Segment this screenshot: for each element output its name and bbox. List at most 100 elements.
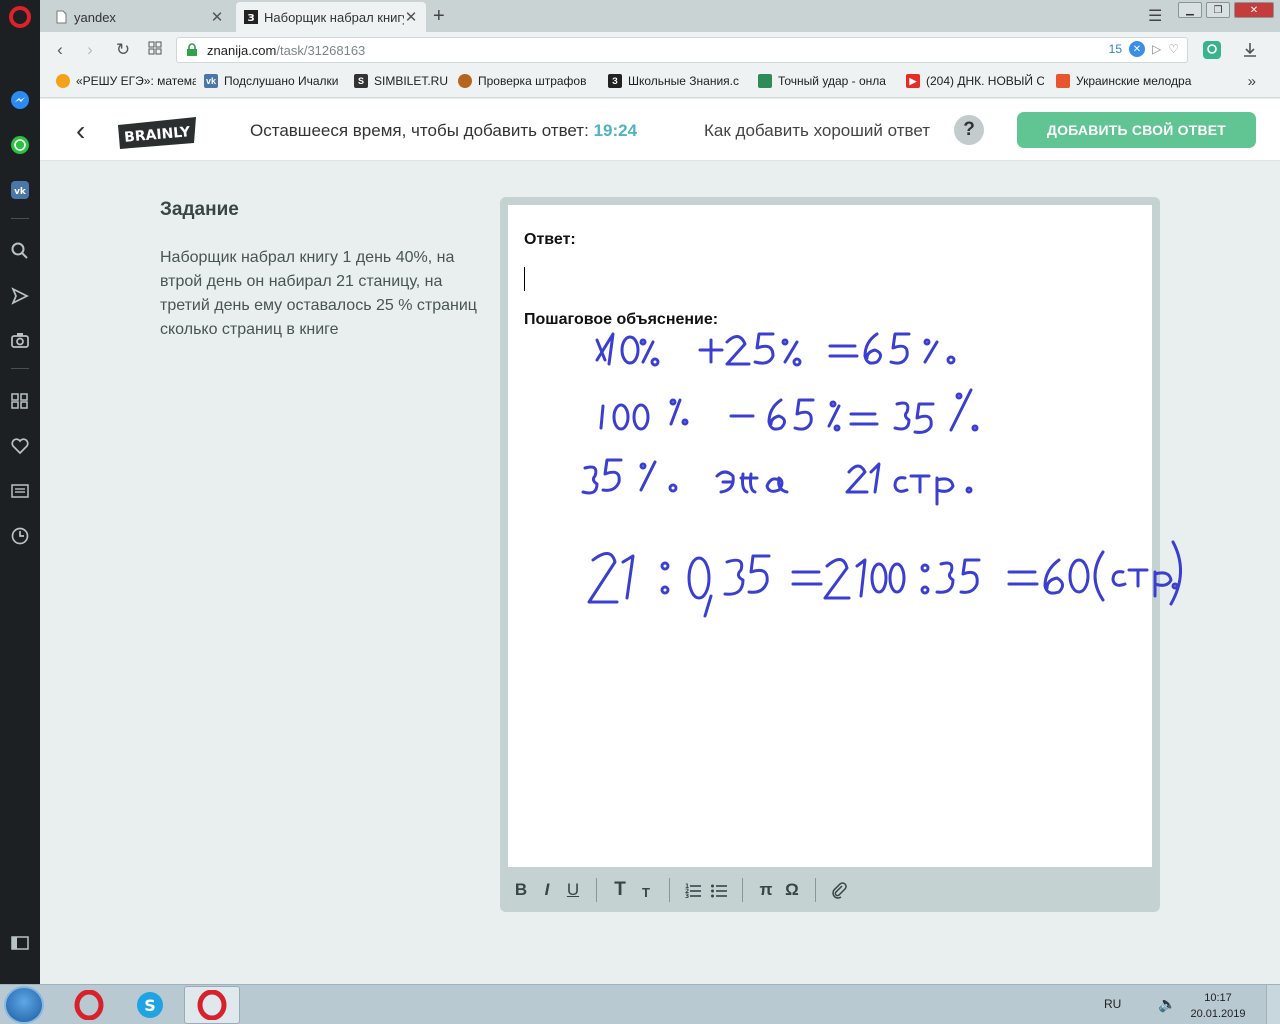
camera-icon[interactable] (10, 330, 30, 350)
bookmark-item[interactable]: «РЕШУ ЕГЭ»: матема (56, 74, 196, 88)
vk-icon[interactable]: vk (10, 180, 30, 200)
speed-dial-icon[interactable] (10, 391, 30, 411)
opera-icon (197, 990, 227, 1020)
extension-icon[interactable] (1202, 40, 1222, 60)
bookmark-label: SIMBILET.RU (374, 74, 449, 88)
history-clock-icon[interactable] (10, 526, 30, 546)
italic-button[interactable]: I (534, 877, 560, 903)
help-button[interactable]: ? (954, 115, 984, 145)
reload-icon[interactable]: ↻ (113, 40, 133, 60)
znanija-icon: З (608, 74, 622, 88)
language-indicator[interactable]: RU (1104, 997, 1121, 1011)
tabs-grid-icon[interactable] (145, 40, 165, 60)
minimize-button[interactable]: ▁ (1178, 2, 1202, 18)
clock-time: 10:17 (1204, 992, 1232, 1004)
tab-bar: yandex ✕ З Наборщик набрал книгу ✕ + ☰ ▁… (40, 0, 1280, 32)
handwriting-line-3 (581, 458, 973, 506)
pi-symbol-button[interactable]: π (753, 877, 779, 903)
text-caret (524, 267, 525, 291)
handwriting-line-1 (595, 332, 956, 367)
send-icon[interactable] (10, 286, 30, 306)
remaining-time: Оставшееся время, чтобы добавить ответ: … (250, 121, 637, 141)
close-icon[interactable]: ✕ (210, 8, 224, 26)
tab-task[interactable]: З Наборщик набрал книгу ✕ (236, 2, 426, 32)
sidebar-toggle-icon[interactable] (10, 933, 30, 953)
news-icon[interactable] (10, 481, 30, 501)
bookmark-item[interactable]: З Школьные Знания.c (608, 74, 746, 88)
taskbar-skype-app[interactable]: S (122, 986, 178, 1024)
forward-icon[interactable]: › (80, 40, 100, 60)
send-page-icon[interactable]: ▷ (1152, 42, 1161, 56)
bookmarks-bar: «РЕШУ ЕГЭ»: матема vk Подслушано Ичалки … (40, 68, 1280, 98)
bold-button[interactable]: B (508, 877, 534, 903)
add-answer-button[interactable]: ДОБАВИТЬ СВОЙ ОТВЕТ (1017, 112, 1256, 148)
tab-menu-icon[interactable]: ☰ (1148, 6, 1162, 26)
opera-icon (74, 990, 104, 1020)
time-label-text: Оставшееся время, чтобы добавить ответ: (250, 121, 589, 140)
show-desktop-button[interactable] (1266, 985, 1280, 1024)
znanija-favicon-icon: З (244, 10, 258, 24)
tab-yandex[interactable]: yandex ✕ (46, 2, 232, 32)
taskbar-opera-active-app[interactable] (184, 986, 240, 1024)
bookmark-item[interactable]: ▶ (204) ДНК. НОВЫЙ С (906, 74, 1044, 88)
opera-sidebar: vk (0, 0, 40, 984)
bookmark-heart-icon[interactable]: ♡ (1168, 42, 1179, 56)
new-tab-plus-icon[interactable]: + (433, 5, 445, 28)
bookmark-item[interactable]: vk Подслушано Ичалки (204, 74, 344, 88)
bookmark-item[interactable]: S SIMBILET.RU (354, 74, 454, 88)
bookmark-label: Подслушано Ичалки (224, 74, 339, 88)
ordered-list-icon[interactable]: 123 (680, 877, 706, 903)
start-button[interactable] (4, 986, 44, 1024)
omega-symbol-button[interactable]: Ω (779, 877, 805, 903)
bullet-list-icon[interactable] (706, 877, 732, 903)
tab-title: Наборщик набрал книгу (264, 9, 404, 25)
opera-logo-icon[interactable] (9, 6, 31, 28)
vpn-icon[interactable]: ✕ (1129, 41, 1145, 57)
skype-icon: S (137, 992, 163, 1018)
chart-icon (1056, 74, 1070, 88)
restore-button[interactable]: ❐ (1206, 2, 1230, 18)
download-icon[interactable] (1240, 40, 1260, 60)
bookmarks-more-icon[interactable]: » (1248, 73, 1256, 90)
messenger-icon[interactable] (10, 90, 30, 110)
heading-large-button[interactable]: T (607, 877, 633, 903)
heading-small-button[interactable]: T (633, 877, 659, 903)
howto-link[interactable]: Как добавить хороший ответ (704, 121, 930, 141)
lock-icon (187, 43, 197, 56)
whatsapp-icon[interactable] (10, 135, 30, 155)
sidebar-divider (11, 218, 29, 219)
answer-label: Ответ: (524, 231, 576, 248)
bookmark-item[interactable]: Проверка штрафов (458, 74, 594, 88)
window-close-button[interactable]: ✕ (1234, 2, 1274, 18)
brainly-logo[interactable]: BRAINLY (116, 115, 198, 149)
page-icon (56, 10, 67, 24)
editor-toolbar: B I U T T 123 π Ω (500, 867, 1160, 912)
heart-icon[interactable] (10, 436, 30, 456)
url-input[interactable]: znanija.com/task/31268163 15 ✕ ▷ ♡ (176, 37, 1188, 63)
bookmark-label: Украинские мелодра (1076, 74, 1192, 88)
youtube-icon: ▶ (906, 74, 920, 88)
svg-text:З: З (247, 13, 254, 24)
svg-text:vk: vk (14, 187, 27, 197)
svg-text:S: S (144, 996, 156, 1015)
bookmark-item[interactable]: Точный удар - онла (758, 74, 894, 88)
system-clock[interactable]: 10:17 20.01.2019 (1190, 990, 1246, 1022)
bookmark-item[interactable]: Украинские мелодра (1056, 74, 1196, 88)
taskbar-opera-app[interactable] (61, 986, 117, 1024)
back-chevron-icon[interactable]: ‹ (76, 115, 85, 147)
underline-button[interactable]: U (560, 877, 586, 903)
attachment-icon[interactable] (826, 877, 852, 903)
handwriting-line-2 (599, 388, 979, 434)
brainly-header: ‹ BRAINLY Оставшееся время, чтобы добави… (40, 99, 1280, 161)
volume-icon[interactable]: 🔈 (1158, 995, 1177, 1013)
bookmark-label: (204) ДНК. НОВЫЙ С (926, 74, 1044, 88)
back-icon[interactable]: ‹ (50, 40, 70, 60)
reshu-icon (56, 74, 70, 88)
task-heading: Задание (160, 199, 239, 220)
handwriting-line-4 (587, 540, 1183, 618)
search-icon[interactable] (10, 241, 30, 261)
emblem-icon (458, 74, 472, 88)
close-icon[interactable]: ✕ (404, 8, 418, 26)
clock-date: 20.01.2019 (1190, 1008, 1246, 1020)
url-host: znanija.com (207, 42, 277, 58)
